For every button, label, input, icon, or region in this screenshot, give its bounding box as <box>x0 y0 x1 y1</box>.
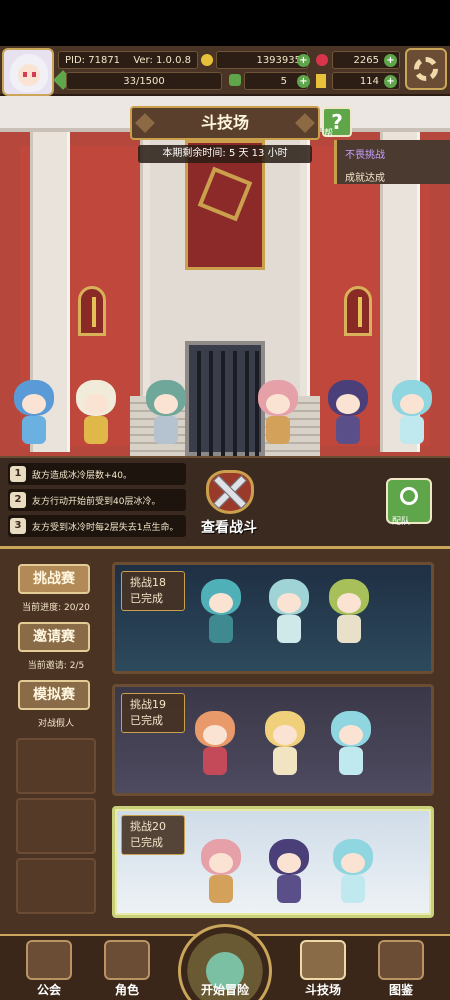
challenge-progress: 当前进度: 20/20 <box>22 603 90 613</box>
arena-title: 斗技场 <box>130 106 320 140</box>
book-icon <box>378 940 424 980</box>
rule-item: 3 友方受到冰冷时每2层失去1点生命。 <box>8 515 186 537</box>
gem-amount: 2265 <box>353 54 379 66</box>
challenge-label: 挑战18 已完成 <box>121 571 185 611</box>
watch-battle-label[interactable]: 查看战斗 <box>184 517 274 537</box>
player-id: PID: 71871 <box>65 54 121 66</box>
gold-coin-icon <box>201 54 213 66</box>
gold-amount: 1393935 <box>256 54 301 66</box>
challenge-label: 挑战20 已完成 <box>121 815 185 855</box>
guild-hall-icon <box>26 940 72 980</box>
nav-character[interactable]: 角色 <box>98 938 156 998</box>
add-clover-button[interactable]: + <box>297 75 310 88</box>
achievement-toast: 不畏挑战 成就达成 <box>334 140 450 184</box>
challenge-label: 挑战19 已完成 <box>121 693 185 733</box>
rule-item: 2 友方行动开始前受到40层冰冷。 <box>8 489 186 511</box>
season-timer: 本期剩余时间: 5 天 13 小时 <box>138 145 312 163</box>
clover-icon <box>229 74 241 86</box>
hero-sprite <box>322 376 374 448</box>
gold-box: 1393935 <box>216 51 308 69</box>
version-label: Ver: 1.0.0.8 <box>133 54 191 66</box>
hero-sprite <box>8 376 60 448</box>
team-lineup <box>0 376 450 456</box>
empty-slot <box>16 858 96 914</box>
empty-slot <box>16 738 96 794</box>
add-key-button[interactable]: + <box>384 75 397 88</box>
character-icon <box>104 940 150 980</box>
simulation-subtitle: 对战假人 <box>37 719 74 729</box>
achievement-title: 不畏挑战 <box>345 150 385 161</box>
add-gem-button[interactable]: + <box>384 54 397 67</box>
invite-progress: 当前邀请: 2/5 <box>27 661 85 671</box>
team-setup-label: 配队 <box>392 517 411 527</box>
hero-sprite <box>70 376 122 448</box>
clover-amount: 5 <box>280 75 287 87</box>
challenge-card-selected[interactable]: 挑战20 已完成 <box>112 806 434 918</box>
gear-icon <box>414 57 438 81</box>
add-gold-button[interactable]: + <box>297 54 310 67</box>
settings-button[interactable] <box>405 48 447 90</box>
mode-sidebar: 挑战赛 当前进度: 20/20 邀请赛 当前邀请: 2/5 模拟赛 对战假人 <box>12 556 100 926</box>
tab-challenge[interactable]: 挑战赛 <box>18 564 90 594</box>
nav-arena[interactable]: 斗技场 <box>294 938 352 998</box>
empty-slot <box>16 798 96 854</box>
energy-value: 33/1500 <box>123 75 165 87</box>
achievement-status: 成就达成 <box>345 173 385 184</box>
key-amount: 114 <box>359 75 379 87</box>
sword-emblem-right <box>344 286 372 336</box>
hero-sprite <box>140 376 192 448</box>
challenge-card[interactable]: 挑战19 已完成 <box>112 684 434 796</box>
player-id-box: PID: 71871 Ver: 1.0.0.8 <box>58 51 198 69</box>
hero-sprite <box>386 376 438 448</box>
challenge-card[interactable]: 挑战18 已完成 <box>112 562 434 674</box>
crossed-swords-icon <box>300 940 346 980</box>
nav-adventure[interactable]: 开始冒险 <box>168 924 282 1000</box>
sword-emblem-left <box>78 286 106 336</box>
team-icon <box>400 487 418 505</box>
tab-simulation[interactable]: 模拟赛 <box>18 680 90 710</box>
nav-guild[interactable]: 公会 <box>20 938 78 998</box>
gem-icon <box>316 54 328 66</box>
rule-item: 1 敌方造成冰冷层数+40。 <box>8 463 186 485</box>
nav-codex[interactable]: 图鉴 <box>372 938 430 998</box>
key-icon <box>316 74 326 88</box>
help-label: 帮 <box>324 129 334 139</box>
player-avatar[interactable] <box>2 48 54 96</box>
energy-bar: 33/1500 <box>66 72 222 90</box>
hero-sprite <box>252 376 304 448</box>
tab-invite[interactable]: 邀请赛 <box>18 622 90 652</box>
